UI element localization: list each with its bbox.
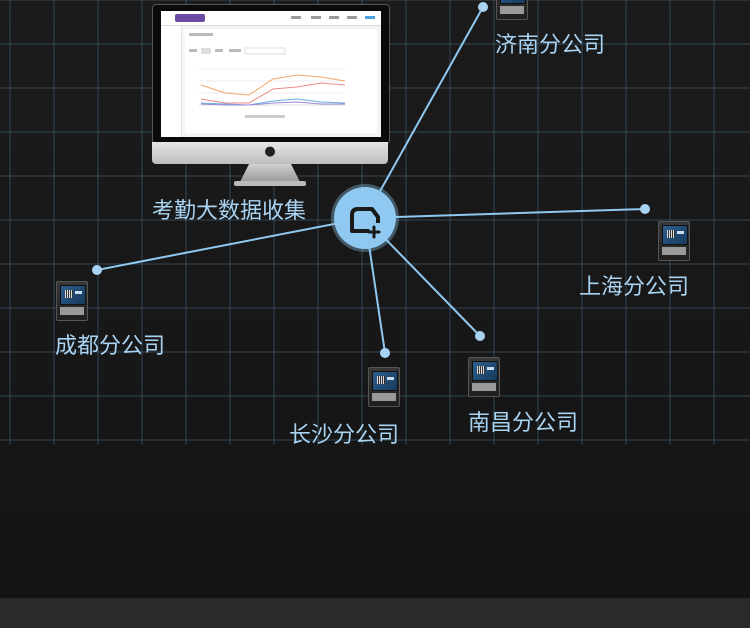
device-shanghai xyxy=(658,221,690,261)
link-shanghai xyxy=(364,208,646,219)
monitor-image: ● xyxy=(152,4,390,186)
device-chengdu xyxy=(56,281,88,321)
endpoint-chengdu xyxy=(92,265,102,275)
diagram-canvas: ● 考勤大数据收集 济南分公司 上海分公司 成都分公司 长沙分公司 南昌分公司 xyxy=(0,0,750,628)
hub-label: 考勤大数据收集 xyxy=(152,199,307,224)
device-jinan xyxy=(496,0,528,20)
link-chengdu xyxy=(96,217,366,271)
endpoint-jinan xyxy=(478,2,488,12)
endpoint-changsha xyxy=(380,348,390,358)
device-changsha xyxy=(368,367,400,407)
label-nanchang: 南昌分公司 xyxy=(468,411,579,436)
endpoint-nanchang xyxy=(475,331,485,341)
device-nanchang xyxy=(468,357,500,397)
footer-band xyxy=(0,598,750,628)
label-changsha: 长沙分公司 xyxy=(289,423,400,448)
cloud-upload-icon xyxy=(350,207,381,239)
endpoint-shanghai xyxy=(640,204,650,214)
label-shanghai: 上海分公司 xyxy=(579,275,690,300)
apple-logo-icon: ● xyxy=(264,144,276,159)
monitor-screen xyxy=(161,11,381,137)
label-chengdu: 成都分公司 xyxy=(55,334,166,359)
hub-node[interactable] xyxy=(334,187,396,249)
label-jinan: 济南分公司 xyxy=(495,33,606,58)
